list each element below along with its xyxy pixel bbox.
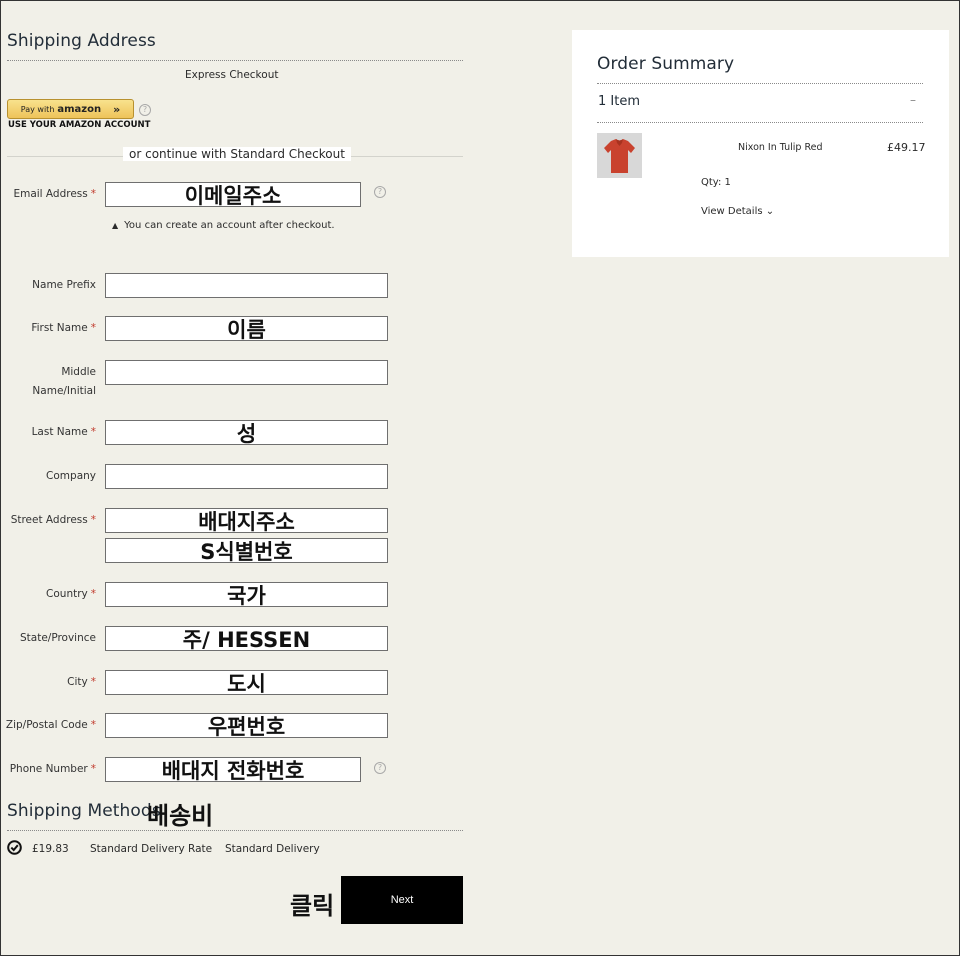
zip-label-text: Zip/Postal Code [5, 719, 88, 731]
required-mark: * [90, 719, 96, 731]
street-address-label: Street Address * [0, 511, 96, 530]
street-address-line1[interactable]: 배대지주소 [105, 508, 388, 533]
product-price: £49.17 [887, 141, 926, 154]
middle-name-label-line2: Name/Initial [32, 385, 96, 397]
state-field[interactable]: 주/ HESSEN [105, 626, 388, 651]
city-label: City * [0, 673, 96, 692]
company-field[interactable] [105, 464, 388, 489]
email-label-text: Email Address [13, 188, 88, 200]
triangle-up-icon: ▲ [112, 221, 119, 230]
account-note-text: You can create an account after checkout… [124, 220, 335, 231]
summary-divider [597, 122, 923, 123]
selected-check-icon[interactable] [7, 840, 22, 855]
amazon-account-caption: USE YOUR AMAZON ACCOUNT [8, 120, 151, 130]
phone-label-text: Phone Number [9, 763, 88, 775]
zip-field[interactable]: 우편번호 [105, 713, 388, 738]
express-checkout-label: Express Checkout [185, 69, 279, 81]
last-name-label-text: Last Name [31, 426, 88, 438]
help-icon[interactable]: ? [139, 104, 151, 116]
view-details-link[interactable]: View Details ⌄ [701, 206, 774, 217]
phone-label: Phone Number * [0, 760, 96, 779]
method-name: Standard Delivery [225, 843, 320, 855]
last-name-field[interactable]: 성 [105, 420, 388, 445]
shipping-methods-title: Shipping Methods [7, 801, 161, 821]
product-qty: Qty: 1 [701, 177, 731, 188]
required-mark: * [90, 676, 96, 688]
required-mark: * [90, 188, 96, 200]
country-label: Country * [0, 585, 96, 604]
middle-name-label: Middle Name/Initial [0, 363, 96, 401]
email-field[interactable]: 이메일주소 [105, 182, 361, 207]
amazon-pay-button[interactable]: Pay with amazon » [7, 99, 134, 119]
chevron-right-icon: » [113, 102, 121, 116]
method-price: £19.83 [32, 843, 69, 855]
first-name-label: First Name * [0, 319, 96, 338]
chevron-down-icon: ⌄ [765, 206, 775, 217]
first-name-label-text: First Name [31, 322, 88, 334]
required-mark: * [90, 426, 96, 438]
first-name-field[interactable]: 이름 [105, 316, 388, 341]
middle-name-label-line1: Middle [61, 366, 96, 378]
help-icon[interactable]: ? [374, 186, 386, 198]
summary-divider [597, 83, 923, 84]
city-label-text: City [67, 676, 88, 688]
street-address-line2[interactable]: S식별번호 [105, 538, 388, 563]
title-divider [7, 60, 463, 61]
middle-name-field[interactable] [105, 360, 388, 385]
amazon-pay-with: Pay with [20, 104, 55, 114]
product-name[interactable]: Nixon In Tulip Red [738, 142, 823, 153]
order-summary-title: Order Summary [597, 54, 735, 74]
help-icon[interactable]: ? [374, 762, 386, 774]
required-mark: * [90, 588, 96, 600]
phone-field[interactable]: 배대지 전화번호 [105, 757, 361, 782]
order-summary-panel: Order Summary 1 Item – Nixon In Tulip Re… [572, 30, 949, 257]
required-mark: * [90, 514, 96, 526]
required-mark: * [90, 322, 96, 334]
shipping-cost-annotation: 배송비 [147, 802, 214, 830]
email-label: Email Address * [0, 185, 96, 204]
amazon-logo: amazon [57, 103, 102, 115]
name-prefix-label: Name Prefix [32, 279, 96, 291]
click-annotation: 클릭 [290, 892, 335, 920]
zip-label: Zip/Postal Code * [0, 716, 96, 735]
last-name-label: Last Name * [0, 423, 96, 442]
view-details-label: View Details [701, 206, 763, 217]
name-prefix-field[interactable] [105, 273, 388, 298]
method-rate: Standard Delivery Rate [90, 843, 213, 855]
street-address-label-text: Street Address [10, 514, 88, 526]
shipping-address-title: Shipping Address [7, 31, 156, 51]
state-label: State/Province [19, 632, 96, 644]
items-count[interactable]: 1 Item [598, 94, 640, 109]
required-mark: * [90, 763, 96, 775]
collapse-icon[interactable]: – [910, 93, 916, 107]
country-label-text: Country [46, 588, 88, 600]
company-label: Company [46, 470, 96, 482]
product-thumbnail[interactable] [597, 133, 642, 178]
country-select[interactable]: 국가 [105, 582, 388, 607]
city-field[interactable]: 도시 [105, 670, 388, 695]
account-note: ▲ You can create an account after checkou… [112, 220, 335, 231]
methods-divider [7, 830, 463, 831]
next-button[interactable]: Next [341, 876, 463, 924]
standard-checkout-label: or continue with Standard Checkout [123, 147, 351, 161]
